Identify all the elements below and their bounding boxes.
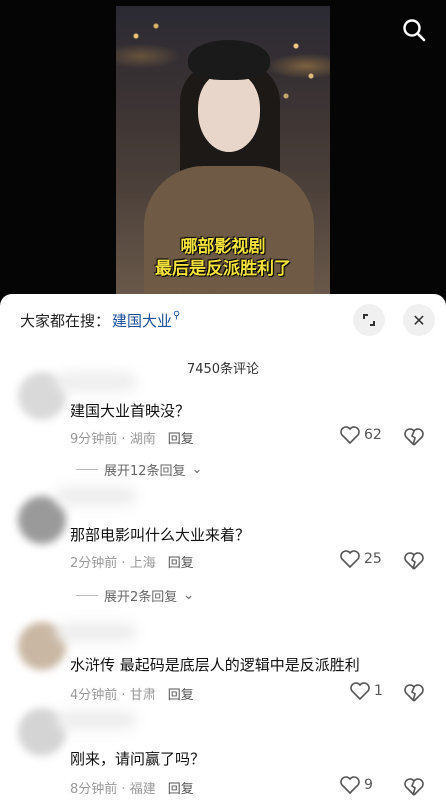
video-player[interactable]: 哪部影视剧 最后是反派胜利了 神一般不都是 [0, 0, 446, 300]
expand-replies-label: 展开2条回复 [104, 590, 178, 605]
trending-search-term[interactable]: 建国大业 [112, 312, 172, 330]
divider-line [76, 595, 98, 596]
comment-time: 9分钟前 [70, 432, 118, 447]
video-frame: 哪部影视剧 最后是反派胜利了 神一般不都是 [116, 6, 330, 300]
close-button[interactable]: ✕ [403, 304, 435, 336]
comment-location: 湖南 [129, 432, 156, 447]
person-face [198, 72, 260, 152]
close-icon: ✕ [412, 310, 426, 330]
heart-icon [340, 776, 360, 794]
comment-text: 刚来，请问赢了吗？ [70, 750, 206, 768]
broken-heart-icon[interactable] [404, 778, 424, 796]
broken-heart-icon[interactable] [404, 684, 424, 702]
expand-replies[interactable]: 展开12条回复 ⌄ [76, 460, 202, 479]
comment-location: 福建 [129, 782, 156, 797]
heart-icon [340, 550, 360, 568]
comment-meta: 2分钟前 · 上海 回复 [70, 556, 194, 571]
username-blurred [56, 486, 136, 506]
person-hat [188, 40, 270, 80]
expand-replies-label: 展开12条回复 [104, 464, 186, 479]
username-blurred [56, 710, 136, 730]
username-blurred [56, 372, 136, 392]
comments-sheet: 大家都在搜： 建国大业⚲ ✕ 7450条评论 建国大业首映没？ 9分钟前 · 湖南… [0, 294, 446, 800]
divider-line [76, 469, 98, 470]
broken-heart-icon[interactable] [404, 428, 424, 446]
comment-meta: 9分钟前 · 湖南 回复 [70, 432, 194, 447]
chevron-down-icon: ⌄ [191, 462, 203, 477]
comment-time: 8分钟前 [70, 782, 118, 797]
comment-location: 上海 [129, 556, 156, 571]
reply-button[interactable]: 回复 [168, 556, 194, 571]
search-small-icon: ⚲ [173, 310, 181, 321]
broken-heart-icon[interactable] [404, 552, 424, 570]
like-count: 9 [364, 777, 373, 793]
trending-search-bar[interactable]: 大家都在搜： 建国大业⚲ [20, 310, 180, 331]
like-count: 62 [364, 427, 382, 443]
expand-button[interactable] [353, 304, 385, 336]
video-caption-line-2: 最后是反派胜利了 [155, 259, 291, 279]
like-count: 25 [364, 551, 382, 567]
like-button[interactable]: 1 [350, 682, 383, 700]
like-button[interactable]: 9 [340, 776, 373, 794]
like-button[interactable]: 62 [340, 426, 382, 444]
expand-replies[interactable]: 展开2条回复 ⌄ [76, 586, 194, 605]
comment-time: 2分钟前 [70, 556, 118, 571]
reply-button[interactable]: 回复 [168, 782, 194, 797]
chevron-down-icon: ⌄ [183, 588, 195, 603]
heart-icon [340, 426, 360, 444]
comment-meta: 8分钟前 · 福建 回复 [70, 782, 194, 797]
heart-icon [350, 682, 370, 700]
comment-meta: 4分钟前 · 甘肃 回复 [70, 688, 194, 703]
like-count: 1 [374, 683, 383, 699]
expand-icon [363, 314, 375, 326]
search-icon[interactable] [402, 18, 426, 42]
comment-text: 水浒传 最起码是底层人的逻辑中是反派胜利 [70, 656, 360, 674]
comment-text: 建国大业首映没？ [70, 402, 191, 420]
trending-search-prefix: 大家都在搜： [20, 312, 111, 330]
comment-text: 那部电影叫什么大业来着？ [70, 526, 251, 544]
username-blurred [56, 622, 136, 642]
comment-time: 4分钟前 [70, 688, 118, 703]
reply-button[interactable]: 回复 [168, 688, 194, 703]
like-button[interactable]: 25 [340, 550, 382, 568]
comment-location: 甘肃 [129, 688, 156, 703]
reply-button[interactable]: 回复 [168, 432, 194, 447]
